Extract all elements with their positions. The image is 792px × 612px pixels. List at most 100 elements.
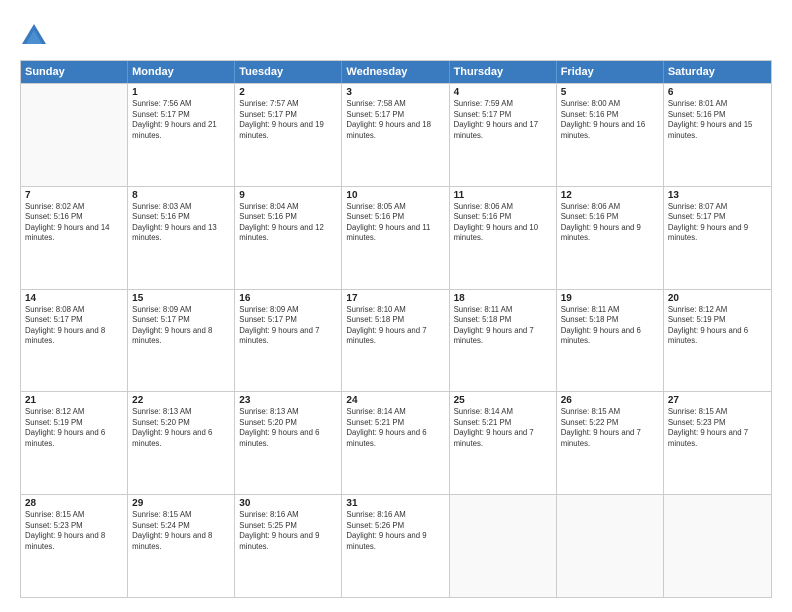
day-header-wednesday: Wednesday bbox=[342, 61, 449, 83]
cell-info: Sunrise: 8:10 AM Sunset: 5:18 PM Dayligh… bbox=[346, 305, 444, 347]
cell-date-number: 13 bbox=[668, 190, 767, 201]
cell-info: Sunrise: 7:57 AM Sunset: 5:17 PM Dayligh… bbox=[239, 99, 337, 141]
cell-date-number: 20 bbox=[668, 293, 767, 304]
cell-date-number: 10 bbox=[346, 190, 444, 201]
calendar-cell: 20Sunrise: 8:12 AM Sunset: 5:19 PM Dayli… bbox=[664, 290, 771, 392]
cell-date-number: 23 bbox=[239, 395, 337, 406]
calendar-cell: 5Sunrise: 8:00 AM Sunset: 5:16 PM Daylig… bbox=[557, 84, 664, 186]
calendar-cell bbox=[664, 495, 771, 597]
calendar-cell: 21Sunrise: 8:12 AM Sunset: 5:19 PM Dayli… bbox=[21, 392, 128, 494]
calendar-cell: 2Sunrise: 7:57 AM Sunset: 5:17 PM Daylig… bbox=[235, 84, 342, 186]
calendar-cell bbox=[21, 84, 128, 186]
cell-info: Sunrise: 8:09 AM Sunset: 5:17 PM Dayligh… bbox=[132, 305, 230, 347]
header bbox=[20, 18, 772, 50]
cell-date-number: 17 bbox=[346, 293, 444, 304]
cell-info: Sunrise: 8:01 AM Sunset: 5:16 PM Dayligh… bbox=[668, 99, 767, 141]
calendar-cell: 18Sunrise: 8:11 AM Sunset: 5:18 PM Dayli… bbox=[450, 290, 557, 392]
cell-date-number: 30 bbox=[239, 498, 337, 509]
cell-date-number: 29 bbox=[132, 498, 230, 509]
cell-date-number: 26 bbox=[561, 395, 659, 406]
cell-date-number: 2 bbox=[239, 87, 337, 98]
calendar-cell: 1Sunrise: 7:56 AM Sunset: 5:17 PM Daylig… bbox=[128, 84, 235, 186]
calendar-cell: 24Sunrise: 8:14 AM Sunset: 5:21 PM Dayli… bbox=[342, 392, 449, 494]
calendar-body: 1Sunrise: 7:56 AM Sunset: 5:17 PM Daylig… bbox=[21, 83, 771, 597]
calendar-cell: 12Sunrise: 8:06 AM Sunset: 5:16 PM Dayli… bbox=[557, 187, 664, 289]
day-header-friday: Friday bbox=[557, 61, 664, 83]
logo-icon bbox=[20, 22, 48, 50]
cell-date-number: 12 bbox=[561, 190, 659, 201]
cell-info: Sunrise: 8:07 AM Sunset: 5:17 PM Dayligh… bbox=[668, 202, 767, 244]
cell-info: Sunrise: 7:58 AM Sunset: 5:17 PM Dayligh… bbox=[346, 99, 444, 141]
calendar-cell: 3Sunrise: 7:58 AM Sunset: 5:17 PM Daylig… bbox=[342, 84, 449, 186]
cell-info: Sunrise: 8:12 AM Sunset: 5:19 PM Dayligh… bbox=[668, 305, 767, 347]
cell-date-number: 14 bbox=[25, 293, 123, 304]
cell-info: Sunrise: 8:13 AM Sunset: 5:20 PM Dayligh… bbox=[132, 407, 230, 449]
calendar-cell bbox=[557, 495, 664, 597]
calendar-cell: 9Sunrise: 8:04 AM Sunset: 5:16 PM Daylig… bbox=[235, 187, 342, 289]
calendar-cell: 8Sunrise: 8:03 AM Sunset: 5:16 PM Daylig… bbox=[128, 187, 235, 289]
cell-info: Sunrise: 8:00 AM Sunset: 5:16 PM Dayligh… bbox=[561, 99, 659, 141]
cell-date-number: 22 bbox=[132, 395, 230, 406]
cell-date-number: 24 bbox=[346, 395, 444, 406]
calendar-cell: 14Sunrise: 8:08 AM Sunset: 5:17 PM Dayli… bbox=[21, 290, 128, 392]
cell-date-number: 25 bbox=[454, 395, 552, 406]
cell-date-number: 11 bbox=[454, 190, 552, 201]
calendar-cell bbox=[450, 495, 557, 597]
cell-date-number: 28 bbox=[25, 498, 123, 509]
calendar-cell: 26Sunrise: 8:15 AM Sunset: 5:22 PM Dayli… bbox=[557, 392, 664, 494]
cell-info: Sunrise: 8:16 AM Sunset: 5:26 PM Dayligh… bbox=[346, 510, 444, 552]
cell-date-number: 19 bbox=[561, 293, 659, 304]
cell-info: Sunrise: 8:09 AM Sunset: 5:17 PM Dayligh… bbox=[239, 305, 337, 347]
cell-info: Sunrise: 7:56 AM Sunset: 5:17 PM Dayligh… bbox=[132, 99, 230, 141]
logo bbox=[20, 22, 52, 50]
day-header-thursday: Thursday bbox=[450, 61, 557, 83]
calendar-cell: 25Sunrise: 8:14 AM Sunset: 5:21 PM Dayli… bbox=[450, 392, 557, 494]
calendar-cell: 16Sunrise: 8:09 AM Sunset: 5:17 PM Dayli… bbox=[235, 290, 342, 392]
calendar-cell: 28Sunrise: 8:15 AM Sunset: 5:23 PM Dayli… bbox=[21, 495, 128, 597]
cell-info: Sunrise: 8:14 AM Sunset: 5:21 PM Dayligh… bbox=[454, 407, 552, 449]
calendar-cell: 11Sunrise: 8:06 AM Sunset: 5:16 PM Dayli… bbox=[450, 187, 557, 289]
cell-date-number: 6 bbox=[668, 87, 767, 98]
cell-date-number: 16 bbox=[239, 293, 337, 304]
cell-info: Sunrise: 7:59 AM Sunset: 5:17 PM Dayligh… bbox=[454, 99, 552, 141]
cell-date-number: 31 bbox=[346, 498, 444, 509]
cell-info: Sunrise: 8:15 AM Sunset: 5:23 PM Dayligh… bbox=[25, 510, 123, 552]
calendar-cell: 13Sunrise: 8:07 AM Sunset: 5:17 PM Dayli… bbox=[664, 187, 771, 289]
day-header-tuesday: Tuesday bbox=[235, 61, 342, 83]
calendar-header: SundayMondayTuesdayWednesdayThursdayFrid… bbox=[21, 61, 771, 83]
cell-date-number: 18 bbox=[454, 293, 552, 304]
day-header-saturday: Saturday bbox=[664, 61, 771, 83]
calendar-week-1: 1Sunrise: 7:56 AM Sunset: 5:17 PM Daylig… bbox=[21, 83, 771, 186]
calendar-cell: 15Sunrise: 8:09 AM Sunset: 5:17 PM Dayli… bbox=[128, 290, 235, 392]
cell-info: Sunrise: 8:03 AM Sunset: 5:16 PM Dayligh… bbox=[132, 202, 230, 244]
cell-info: Sunrise: 8:11 AM Sunset: 5:18 PM Dayligh… bbox=[561, 305, 659, 347]
calendar-cell: 17Sunrise: 8:10 AM Sunset: 5:18 PM Dayli… bbox=[342, 290, 449, 392]
cell-date-number: 21 bbox=[25, 395, 123, 406]
calendar-cell: 10Sunrise: 8:05 AM Sunset: 5:16 PM Dayli… bbox=[342, 187, 449, 289]
calendar-cell: 30Sunrise: 8:16 AM Sunset: 5:25 PM Dayli… bbox=[235, 495, 342, 597]
cell-info: Sunrise: 8:12 AM Sunset: 5:19 PM Dayligh… bbox=[25, 407, 123, 449]
cell-info: Sunrise: 8:06 AM Sunset: 5:16 PM Dayligh… bbox=[561, 202, 659, 244]
cell-info: Sunrise: 8:15 AM Sunset: 5:23 PM Dayligh… bbox=[668, 407, 767, 449]
cell-date-number: 7 bbox=[25, 190, 123, 201]
cell-date-number: 9 bbox=[239, 190, 337, 201]
calendar-cell: 6Sunrise: 8:01 AM Sunset: 5:16 PM Daylig… bbox=[664, 84, 771, 186]
calendar-cell: 19Sunrise: 8:11 AM Sunset: 5:18 PM Dayli… bbox=[557, 290, 664, 392]
cell-date-number: 15 bbox=[132, 293, 230, 304]
calendar-cell: 29Sunrise: 8:15 AM Sunset: 5:24 PM Dayli… bbox=[128, 495, 235, 597]
cell-date-number: 1 bbox=[132, 87, 230, 98]
calendar-cell: 22Sunrise: 8:13 AM Sunset: 5:20 PM Dayli… bbox=[128, 392, 235, 494]
calendar-cell: 27Sunrise: 8:15 AM Sunset: 5:23 PM Dayli… bbox=[664, 392, 771, 494]
cell-info: Sunrise: 8:05 AM Sunset: 5:16 PM Dayligh… bbox=[346, 202, 444, 244]
cell-info: Sunrise: 8:16 AM Sunset: 5:25 PM Dayligh… bbox=[239, 510, 337, 552]
calendar-week-2: 7Sunrise: 8:02 AM Sunset: 5:16 PM Daylig… bbox=[21, 186, 771, 289]
cell-date-number: 5 bbox=[561, 87, 659, 98]
cell-info: Sunrise: 8:08 AM Sunset: 5:17 PM Dayligh… bbox=[25, 305, 123, 347]
cell-info: Sunrise: 8:13 AM Sunset: 5:20 PM Dayligh… bbox=[239, 407, 337, 449]
cell-info: Sunrise: 8:06 AM Sunset: 5:16 PM Dayligh… bbox=[454, 202, 552, 244]
cell-info: Sunrise: 8:02 AM Sunset: 5:16 PM Dayligh… bbox=[25, 202, 123, 244]
calendar-cell: 4Sunrise: 7:59 AM Sunset: 5:17 PM Daylig… bbox=[450, 84, 557, 186]
cell-info: Sunrise: 8:15 AM Sunset: 5:24 PM Dayligh… bbox=[132, 510, 230, 552]
calendar-week-4: 21Sunrise: 8:12 AM Sunset: 5:19 PM Dayli… bbox=[21, 391, 771, 494]
cell-info: Sunrise: 8:04 AM Sunset: 5:16 PM Dayligh… bbox=[239, 202, 337, 244]
